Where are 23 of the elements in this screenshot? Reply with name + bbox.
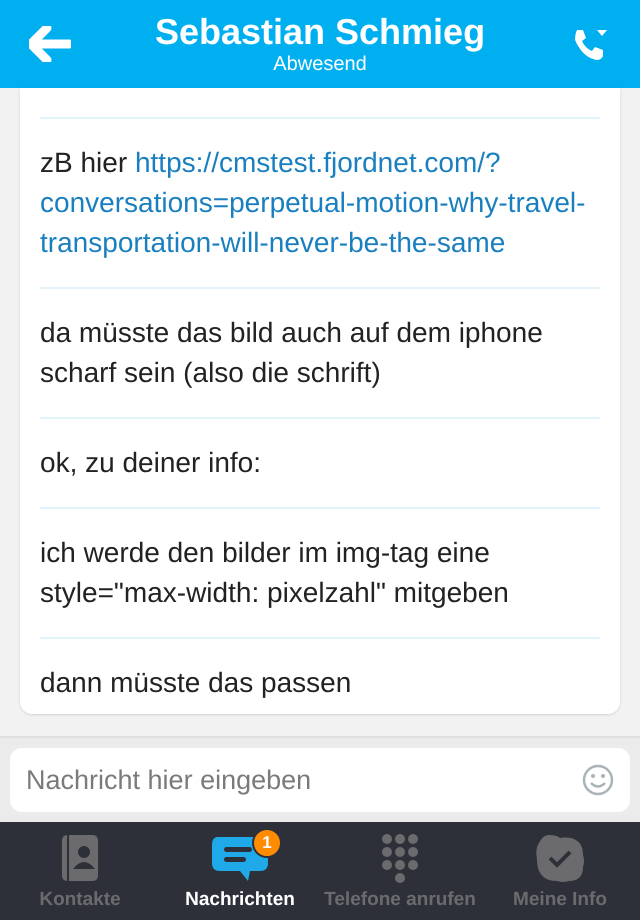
- tab[interactable]: Meine Info: [480, 822, 640, 920]
- tab[interactable]: Kontakte: [0, 822, 160, 920]
- contact-status: Abwesend: [273, 52, 367, 76]
- message-text: ok, zu deiner info:: [40, 417, 600, 507]
- message-text: da müsste das bild auch auf dem iphone scharf sein (also die schrift): [40, 287, 600, 417]
- message-text: dann müsste das passen: [40, 637, 600, 727]
- dialpad-icon: [380, 832, 420, 882]
- back-arrow-icon: [29, 26, 71, 62]
- message-input-field[interactable]: Nachricht hier eingeben: [10, 748, 630, 812]
- smiley-icon[interactable]: [582, 764, 614, 796]
- contact-name: Sebastian Schmieg: [154, 12, 486, 52]
- message-text: ich werde den bilder im img-tag eine style="max-width: pixelzahl" mitgeben: [40, 507, 600, 637]
- message-link[interactable]: transportation-will-never-be-the-same: [40, 227, 506, 258]
- contact-book-icon: [60, 832, 100, 882]
- tab[interactable]: 1 Nachrichten: [160, 822, 320, 920]
- message-link[interactable]: conversations=perpetual-motion-why-travel-: [40, 187, 586, 218]
- back-button[interactable]: [28, 24, 72, 64]
- message-text: zB hier https://cmstest.fjordnet.com/? conversations=perpetual-motion-why-travel- transportation-will-never-be-the-same: [40, 117, 600, 287]
- unread-badge: 1: [252, 828, 282, 858]
- check-badge-icon: [535, 832, 585, 882]
- message-link[interactable]: https://cmstest.fjordnet.com/?: [134, 147, 501, 178]
- tab[interactable]: Telefone anrufen: [320, 822, 480, 920]
- message-input[interactable]: Nachricht hier eingeben: [26, 760, 582, 800]
